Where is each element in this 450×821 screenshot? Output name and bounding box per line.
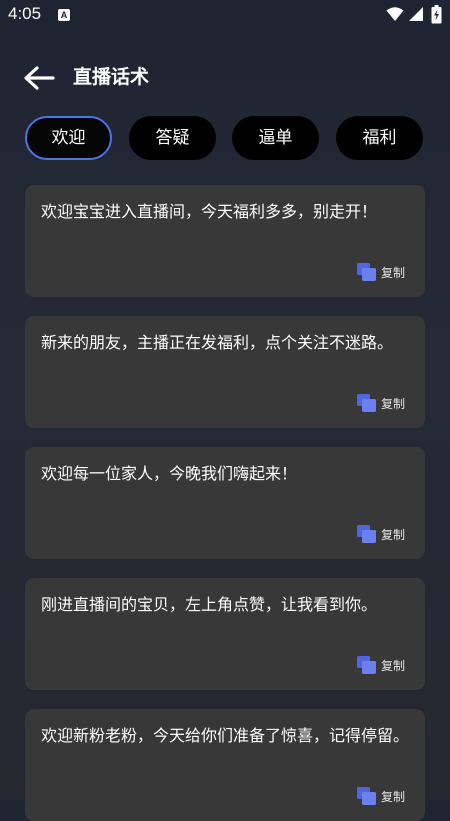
a-icon: A	[58, 9, 70, 21]
signal-icon	[408, 6, 424, 26]
copy-button[interactable]: 复制	[356, 786, 405, 806]
copy-icon	[356, 787, 376, 805]
phrase-text: 刚进直播间的宝贝，左上角点赞，让我看到你。	[41, 595, 378, 614]
copy-button[interactable]: 复制	[356, 524, 405, 544]
phrase-text: 欢迎每一位家人，今晚我们嗨起来！	[41, 464, 298, 483]
copy-icon	[356, 525, 376, 543]
battery-charging-icon	[431, 5, 442, 28]
status-bar: 4:05 A	[0, 0, 450, 32]
phrase-card: 欢迎宝宝进入直播间，今天福利多多，别走开！ 复制	[25, 185, 425, 297]
page-title: 直播话术	[73, 66, 150, 88]
copy-icon	[356, 263, 376, 281]
tab-welcome[interactable]: 欢迎	[25, 116, 112, 160]
back-button[interactable]	[22, 64, 56, 92]
phrase-card: 欢迎每一位家人，今晚我们嗨起来！ 复制	[25, 447, 425, 559]
phrase-card: 欢迎新粉老粉，今天给你们准备了惊喜，记得停留。 复制	[25, 709, 425, 821]
wifi-icon	[386, 6, 404, 26]
phrase-card: 新来的朋友，主播正在发福利，点个关注不迷路。 复制	[25, 316, 425, 428]
tab-closing[interactable]: 逼单	[232, 116, 319, 160]
copy-button[interactable]: 复制	[356, 655, 405, 675]
tab-benefits[interactable]: 福利	[336, 116, 423, 160]
category-tabs: 欢迎 答疑 逼单 福利	[25, 116, 425, 160]
phrase-card: 刚进直播间的宝贝，左上角点赞，让我看到你。 复制	[25, 578, 425, 690]
copy-button[interactable]: 复制	[356, 262, 405, 282]
status-time: 4:05	[8, 4, 42, 23]
arrow-left-icon	[24, 66, 55, 90]
copy-label: 复制	[380, 396, 405, 411]
phrase-text: 新来的朋友，主播正在发福利，点个关注不迷路。	[41, 333, 394, 352]
copy-icon	[356, 656, 376, 674]
copy-icon	[356, 394, 376, 412]
copy-button[interactable]: 复制	[356, 393, 405, 413]
copy-label: 复制	[380, 658, 405, 673]
header: 直播话术	[0, 56, 450, 100]
tab-qa[interactable]: 答疑	[129, 116, 216, 160]
copy-label: 复制	[380, 789, 405, 804]
phrase-text: 欢迎宝宝进入直播间，今天福利多多，别走开！	[41, 202, 378, 221]
copy-label: 复制	[380, 527, 405, 542]
copy-label: 复制	[380, 265, 405, 280]
phrase-text: 欢迎新粉老粉，今天给你们准备了惊喜，记得停留。	[41, 726, 410, 745]
